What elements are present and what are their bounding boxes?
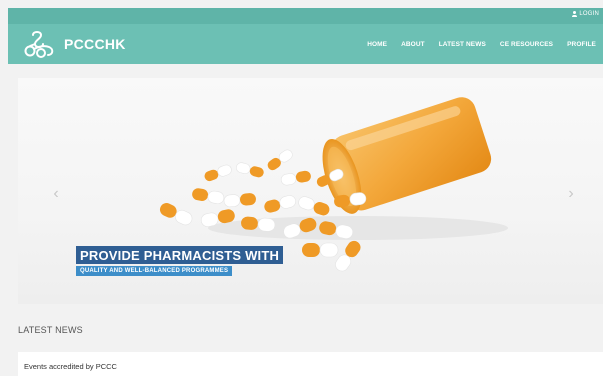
- user-icon: [571, 11, 577, 17]
- nav-item-latest-news[interactable]: LATEST NEWS: [432, 41, 493, 48]
- nav-item-about[interactable]: ABOUT: [394, 41, 432, 48]
- page: LOGIN PCCCHK HOME ABOUT LATEST NEWS CE R…: [0, 0, 603, 376]
- top-utility-bar: LOGIN: [8, 8, 603, 24]
- brand-name: PCCCHK: [64, 36, 126, 52]
- news-item[interactable]: Events accredited by PCCC: [24, 362, 117, 371]
- nav-item-profile[interactable]: PROFILE: [560, 41, 603, 48]
- hero-caption: PROVIDE PHARMACISTS WITH QUALITY AND WEL…: [76, 246, 284, 276]
- slider-next-arrow-icon[interactable]: ›: [563, 183, 579, 205]
- latest-news-heading: LATEST NEWS: [18, 325, 83, 335]
- pccc-logo-icon: [24, 31, 54, 58]
- brand-home-link[interactable]: PCCCHK: [22, 29, 126, 59]
- hero-subtitle: QUALITY AND WELL-BALANCED PROGRAMMES: [76, 266, 233, 276]
- latest-news-panel: Events accredited by PCCC: [18, 352, 603, 376]
- hero-title: PROVIDE PHARMACISTS WITH: [76, 246, 284, 264]
- nav-item-ce-resources[interactable]: CE RESOURCES: [493, 41, 560, 48]
- main-nav: HOME ABOUT LATEST NEWS CE RESOURCES PROF…: [360, 24, 603, 64]
- login-link[interactable]: LOGIN: [571, 11, 599, 17]
- hero-slider: ‹ › PROVIDE PHARMACISTS WITH QUALITY AND…: [18, 78, 603, 304]
- slider-prev-arrow-icon[interactable]: ‹: [48, 183, 64, 205]
- nav-item-home[interactable]: HOME: [360, 41, 394, 48]
- site-header: PCCCHK HOME ABOUT LATEST NEWS CE RESOURC…: [8, 24, 603, 64]
- login-label: LOGIN: [579, 11, 599, 17]
